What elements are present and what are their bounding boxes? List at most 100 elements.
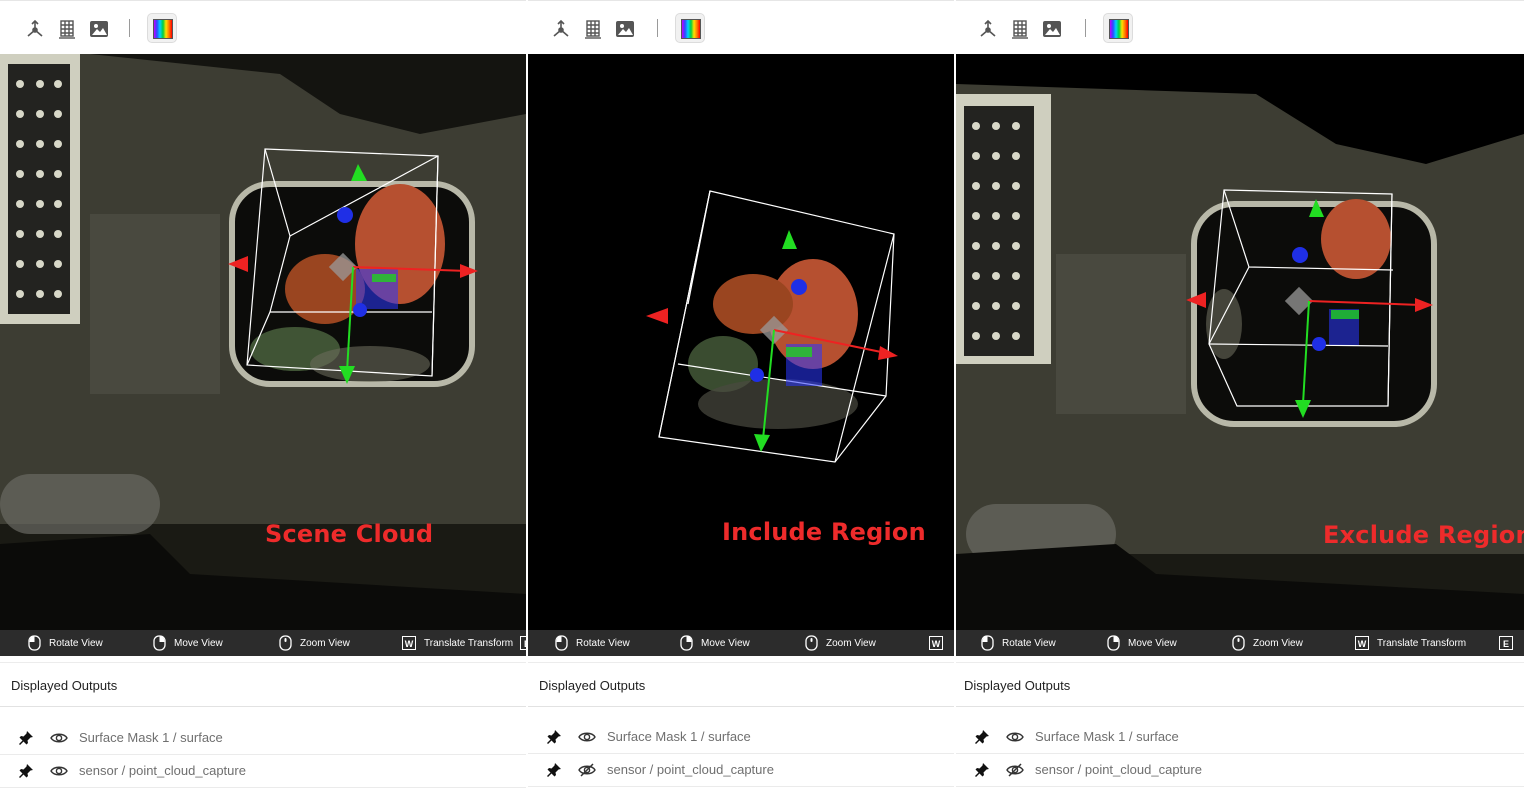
axes-icon[interactable] [977,18,999,40]
hint-rotate-view: Rotate View [28,630,103,656]
output-row[interactable]: sensor / point_cloud_capture [956,753,1524,787]
outputs-title: Displayed Outputs [964,678,1071,693]
mouse-left-icon [28,635,41,651]
pin-icon[interactable] [546,762,562,778]
gizmo-z-sphere[interactable] [791,279,807,295]
hint-translate-transform: W Translate Transform [1355,630,1466,656]
mouse-right-icon [680,635,693,651]
eye-icon[interactable] [1006,729,1024,745]
overlay-label: Exclude Region [1323,521,1524,549]
3d-viewport[interactable]: Include Region [528,54,954,630]
hint-move-view: Move View [1107,630,1177,656]
eye-off-icon[interactable] [1006,762,1024,778]
pin-icon[interactable] [18,763,34,779]
divider [528,706,954,707]
3d-viewport[interactable]: Exclude Region [956,54,1524,630]
colormap-icon [1109,19,1129,39]
hint-rotate-view: Rotate View [981,630,1056,656]
image-icon[interactable] [88,18,110,40]
output-row[interactable]: sensor / point_cloud_capture [0,754,526,788]
grid-icon[interactable] [1009,18,1031,40]
mouse-left-icon [555,635,568,651]
eye-off-icon[interactable] [578,762,596,778]
hint-key-e: E [1499,630,1521,656]
point-cloud-render[interactable] [0,54,526,630]
key-e: E [520,636,526,650]
colormap-button[interactable] [147,13,177,43]
pin-icon[interactable] [974,729,990,745]
gizmo-z-sphere-neg[interactable] [750,368,764,382]
hint-key-w: W [929,630,951,656]
gizmo-z-sphere[interactable] [1292,247,1308,263]
eye-icon[interactable] [50,730,68,746]
hint-bar: Rotate View Move View Zoom View W [528,630,954,656]
key-w: W [1355,636,1369,650]
hint-zoom-view: Zoom View [805,630,876,656]
key-w: W [929,636,943,650]
gizmo-handle-y[interactable] [372,274,396,282]
viewer-panel-exclude-region: Exclude Region Rotate View Move View Zoo… [956,0,1524,808]
hint-move-view: Move View [680,630,750,656]
output-label: sensor / point_cloud_capture [79,763,246,778]
key-w: W [402,636,416,650]
tomato-points [1321,199,1391,279]
eye-icon[interactable] [50,763,68,779]
displayed-outputs-panel: Displayed Outputs Surface Mask 1 / surfa… [956,662,1524,808]
gizmo-z-sphere[interactable] [337,207,353,223]
hint-label: Zoom View [300,637,350,649]
viewer-toolbar [528,0,954,56]
output-row[interactable]: Surface Mask 1 / surface [956,720,1524,754]
output-row[interactable]: Surface Mask 1 / surface [0,721,526,755]
viewer-panel-include-region: Include Region Rotate View Move View Zoo… [528,0,954,808]
hint-label: Zoom View [826,637,876,649]
axes-icon[interactable] [550,18,572,40]
divider [956,706,1524,707]
pin-icon[interactable] [974,762,990,778]
gizmo-handle-y[interactable] [1331,310,1359,319]
outputs-title: Displayed Outputs [11,678,118,693]
hint-rotate-view: Rotate View [555,630,630,656]
output-row[interactable]: sensor / point_cloud_capture [528,753,954,787]
hint-label: Translate Transform [424,637,514,649]
eye-icon[interactable] [578,729,596,745]
pin-icon[interactable] [18,730,34,746]
pin-icon[interactable] [546,729,562,745]
image-icon[interactable] [1041,18,1063,40]
overlay-label: Include Region [722,518,926,546]
hint-label: Move View [174,637,223,649]
gizmo-z-sphere-neg[interactable] [353,303,367,317]
hint-label: Rotate View [576,637,630,649]
3d-viewport[interactable]: Scene Cloud [0,54,526,630]
toolbar-separator [1085,19,1086,37]
hint-zoom-view: Zoom View [279,630,350,656]
gizmo-z-sphere-neg[interactable] [1312,337,1326,351]
output-label: Surface Mask 1 / surface [607,729,751,744]
axes-icon[interactable] [24,18,46,40]
viewer-toolbar [0,0,526,56]
mouse-left-icon [981,635,994,651]
image-icon[interactable] [614,18,636,40]
mouse-right-icon [1107,635,1120,651]
hint-key-e: E [520,630,526,656]
hint-bar: Rotate View Move View Zoom View W Transl… [956,630,1524,656]
overlay-label: Scene Cloud [265,520,434,548]
mouse-wheel-icon [805,635,818,651]
output-row[interactable]: Surface Mask 1 / surface [528,720,954,754]
divider [0,706,526,707]
colormap-button[interactable] [1103,13,1133,43]
gizmo-handle-y[interactable] [786,347,812,357]
grid-icon[interactable] [582,18,604,40]
hint-move-view: Move View [153,630,223,656]
displayed-outputs-panel: Displayed Outputs Surface Mask 1 / surfa… [528,662,954,808]
colormap-icon [681,19,701,39]
colormap-icon [153,19,173,39]
mouse-right-icon [153,635,166,651]
hint-label: Move View [701,637,750,649]
grid-icon[interactable] [56,18,78,40]
output-label: sensor / point_cloud_capture [607,762,774,777]
output-label: Surface Mask 1 / surface [1035,729,1179,744]
mouse-wheel-icon [1232,635,1245,651]
hint-label: Zoom View [1253,637,1303,649]
colormap-button[interactable] [675,13,705,43]
hint-label: Move View [1128,637,1177,649]
